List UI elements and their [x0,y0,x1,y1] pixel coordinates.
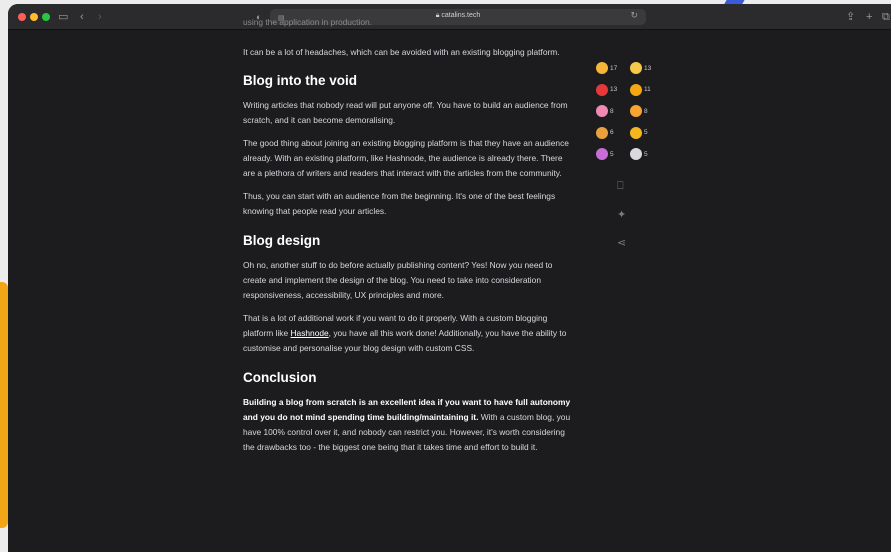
party-popper-icon [596,148,608,160]
unicorn-icon [596,105,608,117]
heading-conclusion: Conclusion [243,370,317,385]
paragraph: Building a blog from scratch is an excel… [243,397,571,452]
paragraph: Thus, you can start with an audience fro… [243,191,556,216]
reaction-count: 8 [644,107,648,115]
thumbs-up-icon [630,62,642,74]
background-orange-shape [0,282,8,528]
share-icon[interactable]: ⋖ [617,237,626,249]
tab-overview-icon[interactable]: ⧉ [882,9,890,25]
reaction-count: 17 [610,64,618,72]
reaction-count: 6 [610,129,614,136]
reaction-count: 8 [610,107,614,115]
article-cut-line: using the application in production. [243,17,372,27]
new-tab-icon[interactable]: + [866,9,872,25]
paragraph: Writing articles that nobody read will p… [243,100,568,125]
zoom-window-button[interactable] [42,13,50,21]
trophy-icon [630,126,642,139]
article-body: using the application in production. It … [243,17,573,455]
paragraph: Oh no, another stuff to do before actual… [243,260,553,300]
forward-icon[interactable]: › [98,9,102,25]
share-browser-icon[interactable]: ⇪ [846,9,855,25]
reaction-count: 13 [644,64,652,72]
reaction-count: 5 [610,150,614,158]
reaction-party-popper[interactable]: 5 [596,146,630,162]
heading-blog-design: Blog design [243,233,321,248]
paragraph: That is a lot of additional work if you … [243,313,567,353]
reaction-rocket[interactable]: 5 [630,146,664,162]
heading-blog-into-the-void: Blog into the void [243,73,357,88]
reaction-count: 5 [644,150,648,158]
reload-icon[interactable]: ↻ [630,10,638,21]
reactions-panel: 17 13 13 11 8 8 6 5 5 5 [596,60,666,162]
reaction-money-bag[interactable]: 6 [596,125,630,141]
article-intro: It can be a lot of headaches, which can … [243,47,560,57]
url-domain: catalins.tech [441,12,481,19]
close-window-button[interactable] [18,13,26,21]
hashnode-link[interactable]: Hashnode [290,328,328,338]
lock-icon: 🔒︎ [435,12,440,19]
reaction-count: 11 [644,86,651,93]
paragraph: The good thing about joining an existing… [243,138,569,178]
reaction-unicorn[interactable]: 8 [596,103,630,119]
bookmark-icon[interactable]: ⎕ [617,180,624,192]
beer-icon [630,83,642,96]
twitter-icon[interactable]: ✦ [617,209,626,221]
clap-icon [596,62,608,74]
reaction-heart[interactable]: 13 [596,82,630,98]
reaction-trophy[interactable]: 5 [630,125,664,141]
reaction-clap[interactable]: 17 [596,60,630,76]
sidebar-toggle-icon[interactable]: ▭ [58,9,68,25]
money-bag-icon [596,126,608,139]
reaction-beer[interactable]: 11 [630,82,664,98]
hugging-face-icon [630,105,642,117]
reaction-count: 5 [644,129,648,136]
rocket-icon [630,148,642,160]
reaction-hugging-face[interactable]: 8 [630,103,664,119]
reaction-thumbs-up[interactable]: 13 [630,60,664,76]
minimize-window-button[interactable] [30,13,38,21]
heart-icon [596,83,608,96]
reaction-count: 13 [610,86,618,93]
back-icon[interactable]: ‹ [80,9,84,25]
